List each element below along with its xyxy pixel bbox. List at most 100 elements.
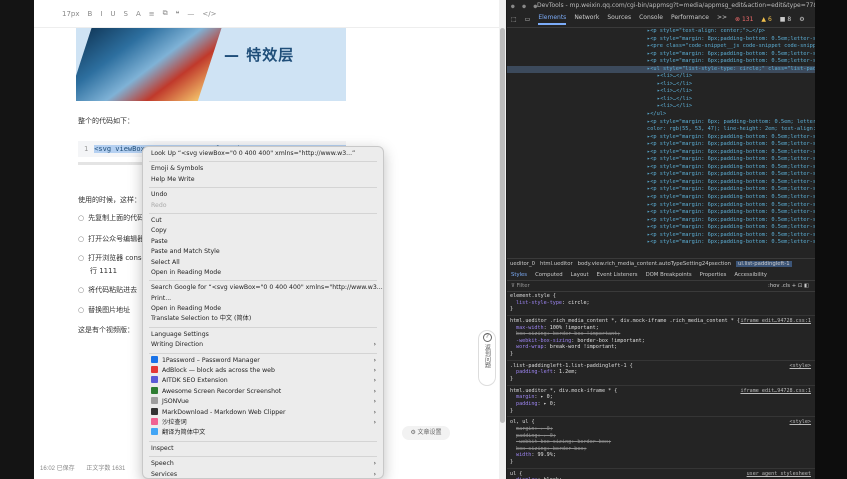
- styles-subtab[interactable]: Styles: [511, 272, 527, 278]
- css-declaration[interactable]: padding: ▸ 0;: [507, 401, 815, 408]
- css-selector[interactable]: ul {user agent stylesheet: [507, 471, 815, 478]
- context-menu-item[interactable]: Paste: [143, 237, 383, 247]
- inspect-icon[interactable]: ⬚: [511, 16, 517, 23]
- intro-paragraph[interactable]: 整个的代码如下：: [78, 116, 134, 126]
- context-menu-item[interactable]: Print...: [143, 294, 383, 304]
- usage-paragraph[interactable]: 使用的时候，这样：: [78, 195, 141, 205]
- dom-node[interactable]: ▸<pre class="code-snippet__js code-snipp…: [507, 43, 815, 51]
- context-menu-item[interactable]: Speech ›: [143, 459, 383, 469]
- toolbar-button[interactable]: B: [88, 10, 93, 18]
- styles-tools[interactable]: :hov .cls + ⊡ ◧: [768, 283, 809, 289]
- context-menu-item[interactable]: AITDK SEO Extension ›: [143, 376, 383, 386]
- dom-node[interactable]: ▸<li>…</li>: [507, 96, 815, 104]
- error-count[interactable]: ⊗ 131: [735, 16, 753, 23]
- context-menu-item[interactable]: Search Google for “<svg viewBox="0 0 400…: [143, 283, 383, 293]
- toolbar-button[interactable]: ⧉: [163, 9, 168, 18]
- context-menu-item[interactable]: 1Password – Password Manager ›: [143, 355, 383, 366]
- list-item[interactable]: 打开公众号编辑器: [78, 234, 144, 244]
- dom-node[interactable]: ▸<li>…</li>: [507, 88, 815, 96]
- styles-subtab[interactable]: DOM Breakpoints: [646, 272, 692, 278]
- toolbar-button[interactable]: U: [110, 10, 115, 18]
- dom-node[interactable]: ▸<p style="margin: 8px;padding-bottom: 0…: [507, 36, 815, 44]
- css-declaration[interactable]: padding: ▸ 0;: [507, 433, 815, 440]
- context-menu-item[interactable]: JSONVue ›: [143, 397, 383, 407]
- dom-node[interactable]: ▸<p style="margin: 6px;padding-bottom: 0…: [507, 141, 815, 149]
- dom-node[interactable]: color: rgb(55, 53, 47); line-height: 2em…: [507, 126, 815, 134]
- styles-subtab[interactable]: Accessibility: [734, 272, 767, 278]
- css-declaration[interactable]: word-wrap: break-word !important;: [507, 344, 815, 351]
- gear-icon[interactable]: ⚙: [799, 16, 804, 23]
- context-menu-item[interactable]: Awesome Screen Recorder Screenshot ›: [143, 386, 383, 397]
- css-declaration[interactable]: margin: ▸ 0;: [507, 394, 815, 401]
- dom-node[interactable]: ▸<p style="margin: 6px;padding-bottom: 0…: [507, 156, 815, 164]
- devtools-tab[interactable]: Sources: [607, 14, 631, 25]
- toolbar-button[interactable]: </>: [202, 10, 216, 18]
- devtools-tab[interactable]: >>: [717, 14, 727, 25]
- list-item[interactable]: 打开浏览器 console: [78, 253, 152, 263]
- css-selector[interactable]: ol, ul {<style>: [507, 419, 815, 426]
- list-item[interactable]: 将代码粘贴进去: [78, 285, 137, 295]
- context-menu-item[interactable]: Open in Reading Mode: [143, 268, 383, 278]
- styles-subtab[interactable]: Event Listeners: [597, 272, 638, 278]
- dom-node[interactable]: ▸<p style="margin: 6px; padding-bottom: …: [507, 119, 815, 127]
- css-declaration[interactable]: box-sizing: border-box !important;: [507, 331, 815, 338]
- context-menu-item[interactable]: Cut: [143, 216, 383, 226]
- dom-node[interactable]: ▸<p style="margin: 6px;padding-bottom: 0…: [507, 149, 815, 157]
- dom-node[interactable]: ▸<li>…</li>: [507, 81, 815, 89]
- editor-scroll-thumb[interactable]: [500, 28, 505, 423]
- css-declaration[interactable]: -webkit-box-sizing: border-box !importan…: [507, 338, 815, 345]
- back-to-question-button[interactable]: ? 返到问题: [478, 330, 496, 386]
- context-menu-item[interactable]: Look Up “<svg viewBox="0 0 400 400" xmln…: [143, 149, 383, 159]
- breadcrumb-item[interactable]: body.view.rich_media_content.autoTypeSet…: [578, 261, 731, 267]
- css-selector[interactable]: .list-paddingleft-1.list-paddingleft-1 {…: [507, 363, 815, 370]
- context-menu-item[interactable]: Writing Direction ›: [143, 340, 383, 350]
- breadcrumb-item[interactable]: html.ueditor: [540, 261, 573, 267]
- info-count[interactable]: ■ 8: [780, 16, 791, 23]
- dom-node[interactable]: ▸<p style="margin: 6px;padding-bottom: 0…: [507, 224, 815, 232]
- dom-node[interactable]: ▸<p style="margin: 6px;padding-bottom: 0…: [507, 202, 815, 210]
- toolbar-button[interactable]: S: [124, 10, 128, 18]
- styles-subtab[interactable]: Computed: [535, 272, 563, 278]
- context-menu-item[interactable]: 翻译为简体中文: [143, 428, 383, 438]
- device-toolbar-icon[interactable]: ▭: [525, 16, 531, 23]
- list-item[interactable]: 替换图片地址: [78, 305, 130, 315]
- dom-node[interactable]: ▸<p style="margin: 6px;padding-bottom: 0…: [507, 171, 815, 179]
- devtools-tab[interactable]: Network: [574, 14, 599, 25]
- context-menu-item[interactable]: Services ›: [143, 470, 383, 478]
- css-declaration[interactable]: margin: ▸ 0;: [507, 426, 815, 433]
- devtools-tab[interactable]: Elements: [538, 14, 567, 25]
- dom-node[interactable]: ▸</ul>: [507, 111, 815, 119]
- breadcrumb-item[interactable]: ueditor_0: [510, 261, 535, 267]
- dom-node[interactable]: ▸<p style="text-align: center;">…</p>: [507, 28, 815, 36]
- context-menu-item[interactable]: AdBlock — block ads across the web ›: [143, 366, 383, 376]
- dom-node[interactable]: ▸<p style="margin: 6px;padding-bottom: 0…: [507, 179, 815, 187]
- dom-node[interactable]: ▸<p style="margin: 6px;padding-bottom: 0…: [507, 58, 815, 66]
- dom-node[interactable]: ▸<p style="margin: 6px;padding-bottom: 0…: [507, 209, 815, 217]
- devtools-tab[interactable]: Console: [639, 14, 663, 25]
- dom-node[interactable]: ▸<p style="margin: 6px;padding-bottom: 0…: [507, 239, 815, 247]
- article-settings-button[interactable]: ⚙ 文章设置: [402, 426, 450, 440]
- list-item-continuation[interactable]: 行 1111: [90, 266, 117, 276]
- dom-node[interactable]: ▸<p style="margin: 6px;padding-bottom: 0…: [507, 232, 815, 240]
- styles-subtab[interactable]: Properties: [700, 272, 727, 278]
- dom-node[interactable]: ▸<p style="margin: 6px;padding-bottom: 0…: [507, 217, 815, 225]
- dom-node[interactable]: ▸<li>…</li>: [507, 73, 815, 81]
- toolbar-button[interactable]: —: [187, 10, 194, 18]
- list-item[interactable]: 先复制上面的代码: [78, 213, 144, 223]
- css-declaration[interactable]: max-width: 100% !important;: [507, 325, 815, 332]
- toolbar-button[interactable]: 17px: [62, 10, 80, 18]
- css-selector[interactable]: element.style {: [507, 293, 815, 300]
- context-menu-item[interactable]: Copy: [143, 226, 383, 236]
- context-menu-item[interactable]: Open in Reading Mode: [143, 304, 383, 314]
- context-menu-item[interactable]: Select All: [143, 258, 383, 268]
- toolbar-button[interactable]: A: [136, 10, 141, 18]
- dom-node[interactable]: ▸<ul style="list-style-type: circle;" cl…: [507, 65, 815, 74]
- context-menu-item[interactable]: Inspect: [143, 444, 383, 454]
- dom-node[interactable]: ▸<p style="margin: 6px;padding-bottom: 0…: [507, 51, 815, 59]
- filter-input[interactable]: Filter: [517, 283, 530, 289]
- dom-node[interactable]: ▸<li>…</li>: [507, 103, 815, 111]
- styles-subtab[interactable]: Layout: [571, 272, 589, 278]
- dom-node[interactable]: ▸<p style="margin: 6px;padding-bottom: 0…: [507, 186, 815, 194]
- css-declaration[interactable]: box-sizing: border-box;: [507, 446, 815, 453]
- context-menu-item[interactable]: Translate Selection to 中文 (简体): [143, 314, 383, 324]
